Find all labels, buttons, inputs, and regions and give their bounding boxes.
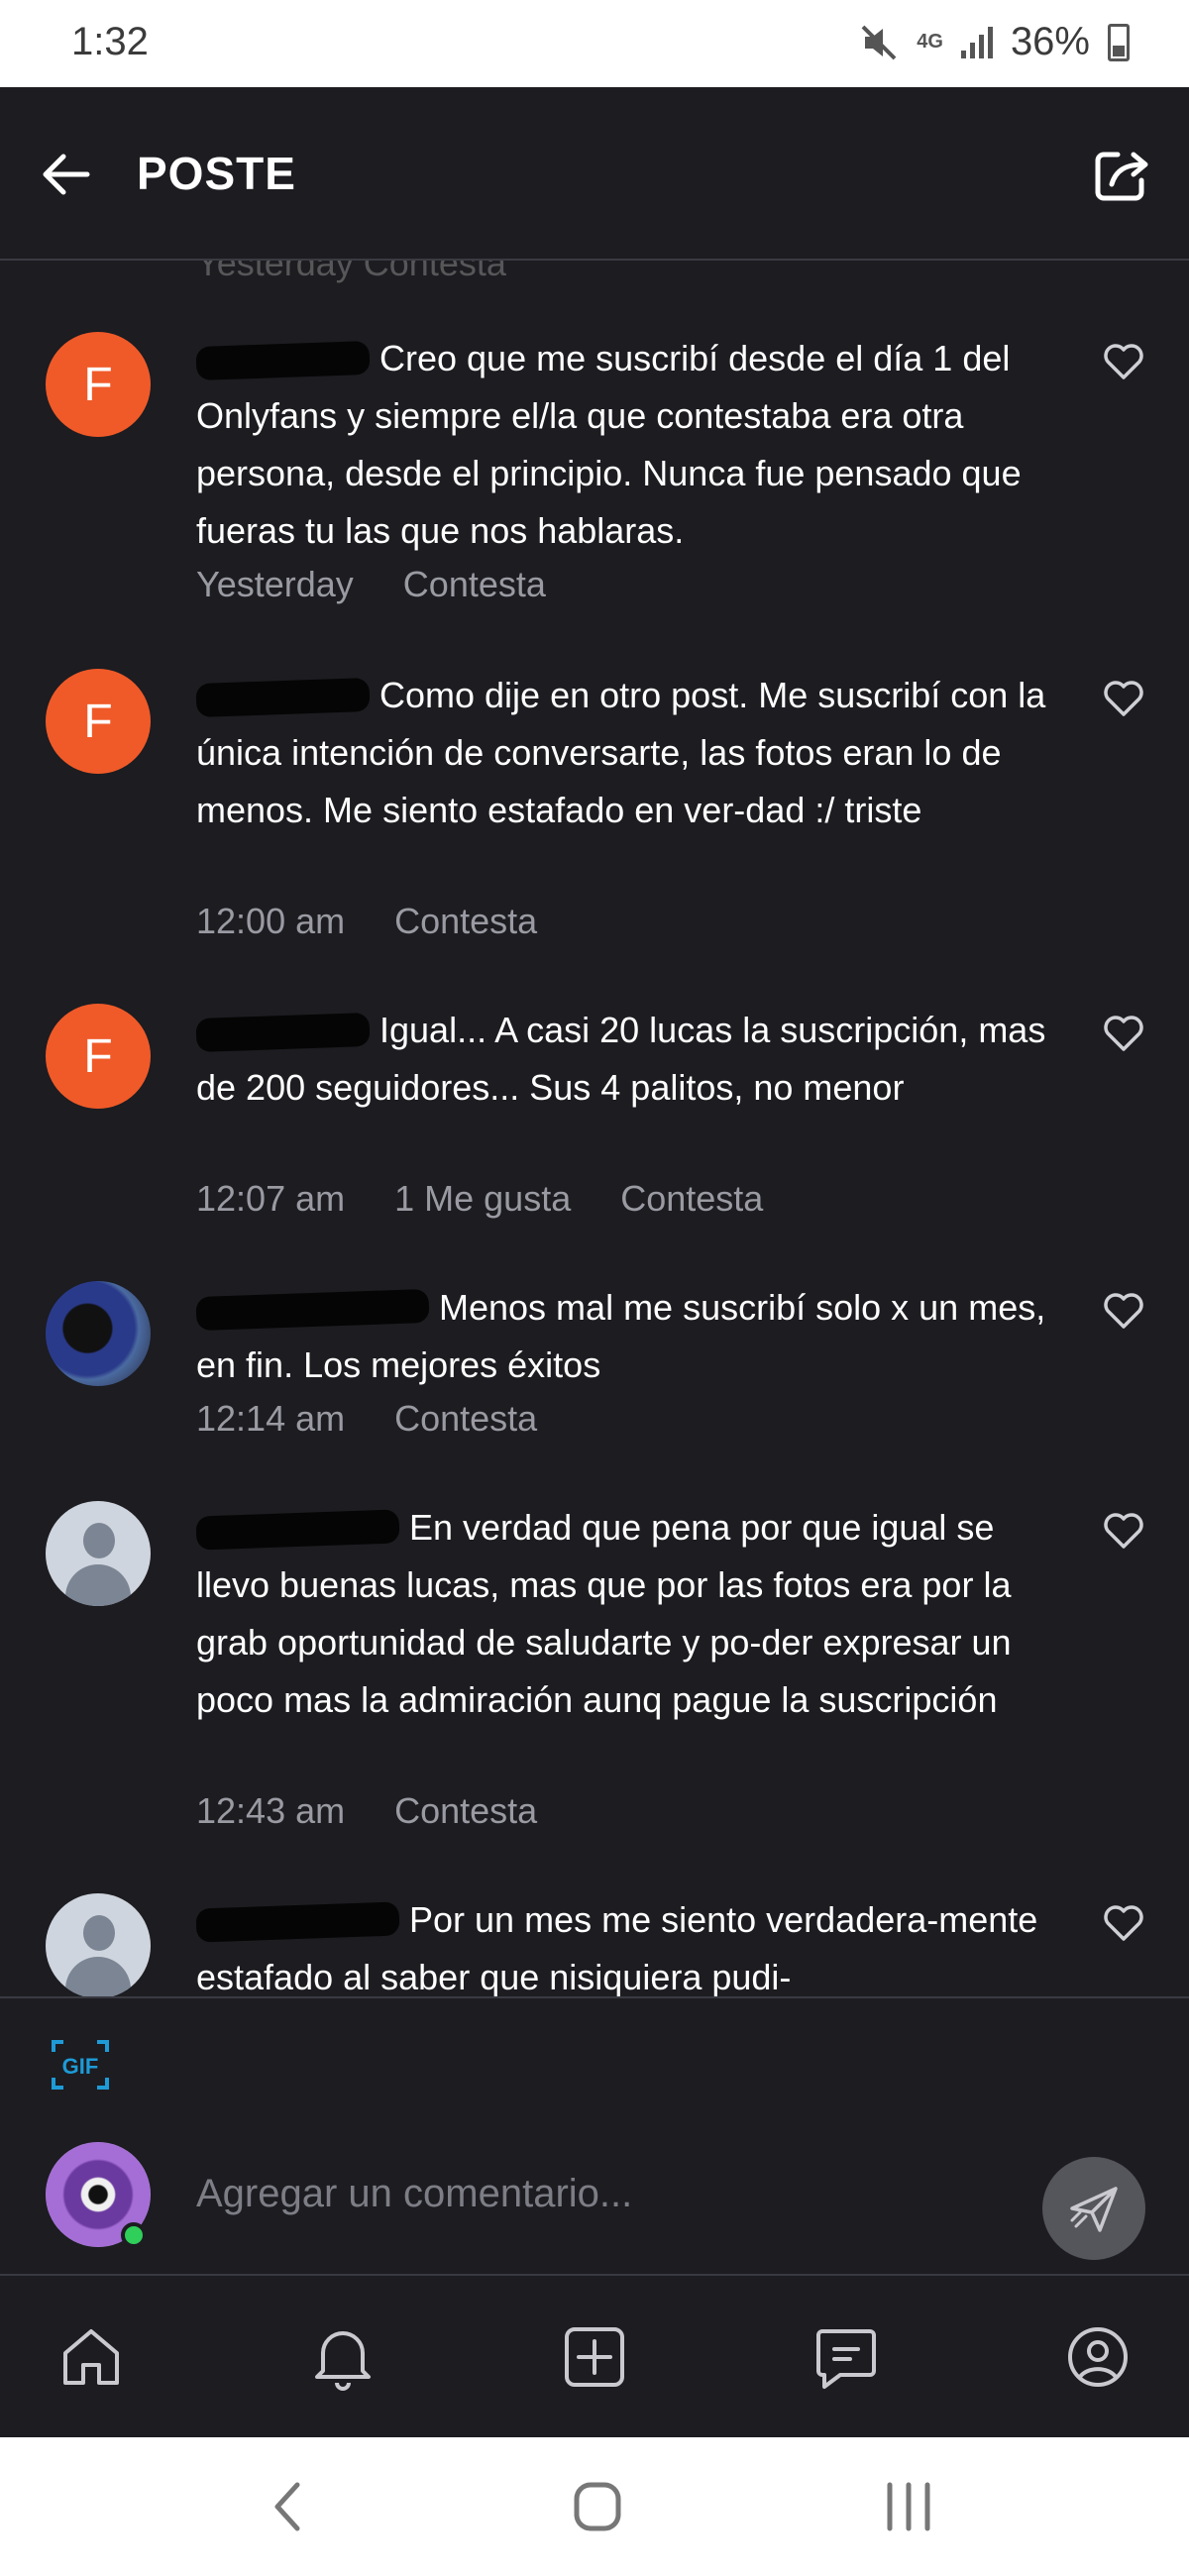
battery-icon — [1108, 23, 1130, 61]
home-icon — [63, 2329, 119, 2385]
network-label: 4G — [917, 31, 943, 53]
reply-link[interactable]: Contesta — [394, 1790, 537, 1832]
comment-time: 12:07 am — [196, 1178, 346, 1219]
comment-text-block: Menos mal me suscribí solo x un mes, en … — [195, 1279, 1068, 1394]
avatar[interactable]: F — [46, 1004, 151, 1109]
reply-link[interactable]: Contesta — [394, 1398, 537, 1440]
comment-meta: 12:43 am Contesta — [196, 1790, 537, 1832]
send-icon — [1070, 2187, 1118, 2232]
share-icon[interactable] — [1090, 143, 1153, 206]
comment-text-block: Por un mes me siento verdadera-mente est… — [195, 1891, 1068, 1996]
avatar[interactable] — [46, 1501, 151, 1606]
avatar[interactable]: F — [46, 332, 151, 437]
redacted-username — [195, 1901, 400, 1944]
comment-time: 12:00 am — [196, 901, 346, 941]
comment-meta: 12:00 am Contesta — [196, 901, 537, 942]
redacted-username — [195, 341, 371, 381]
gif-label: GIF — [62, 2054, 99, 2079]
system-back-icon[interactable] — [256, 2475, 325, 2538]
comment-meta: 12:14 am Contesta — [196, 1398, 537, 1440]
redacted-username — [195, 1509, 400, 1552]
status-time: 1:32 — [71, 20, 149, 63]
comment-meta: 12:07 am 1 Me gusta Contesta — [196, 1178, 763, 1220]
system-recents-icon[interactable] — [874, 2475, 943, 2538]
profile-icon — [1068, 2327, 1128, 2387]
reply-link[interactable]: Contesta — [394, 901, 537, 942]
reply-link[interactable]: Contesta — [620, 1178, 763, 1220]
comment-text-block: En verdad que pena por que igual se llev… — [195, 1499, 1068, 1729]
comment-text-block: Como dije en otro post. Me suscribí con … — [195, 667, 1068, 839]
heart-icon[interactable] — [1102, 340, 1145, 383]
send-button[interactable] — [1042, 2157, 1145, 2260]
reply-link[interactable]: Contesta — [403, 564, 546, 605]
avatar[interactable] — [46, 1281, 151, 1386]
heart-icon[interactable] — [1102, 677, 1145, 720]
nav-home[interactable] — [52, 2317, 131, 2397]
comment-text-block: Igual... A casi 20 lucas la suscripción,… — [195, 1002, 1068, 1117]
nav-profile[interactable] — [1058, 2317, 1137, 2397]
mute-icon — [861, 25, 897, 59]
page-title: POSTE — [137, 148, 296, 199]
heart-icon[interactable] — [1102, 1289, 1145, 1333]
comment-time: 12:14 am — [196, 1398, 346, 1439]
app-header: POSTE — [0, 87, 1189, 261]
add-icon — [565, 2327, 624, 2387]
message-icon — [816, 2329, 876, 2389]
redacted-username — [195, 1013, 371, 1053]
heart-icon[interactable] — [1102, 1509, 1145, 1553]
previous-comment-meta: Yesterday Contesta — [196, 261, 506, 283]
nav-create[interactable] — [555, 2317, 634, 2397]
gif-icon[interactable]: GIF — [50, 2036, 111, 2093]
system-nav-bar — [0, 2437, 1189, 2576]
battery-percent: 36% — [1010, 20, 1090, 63]
avatar[interactable] — [46, 1893, 151, 1996]
system-home-icon[interactable] — [563, 2475, 632, 2538]
heart-icon[interactable] — [1102, 1901, 1145, 1945]
comment-composer: GIF — [0, 1996, 1189, 2276]
status-icons: 4G 36% — [859, 20, 1130, 64]
bottom-nav — [0, 2276, 1189, 2437]
redacted-username — [195, 678, 371, 718]
signal-icon — [960, 26, 993, 58]
comment-meta: Yesterday Contesta — [196, 564, 546, 605]
avatar[interactable]: F — [46, 669, 151, 774]
comment-feed[interactable]: Yesterday Contesta F Creo que me suscrib… — [0, 261, 1189, 1996]
online-status-dot — [121, 2222, 147, 2248]
comment-time: 12:43 am — [196, 1790, 346, 1831]
redacted-username — [195, 1289, 430, 1332]
nav-messages[interactable] — [807, 2317, 886, 2397]
bell-icon — [315, 2331, 371, 2391]
comment-text-block: Creo que me suscribí desde el día 1 del … — [195, 330, 1068, 560]
like-count[interactable]: 1 Me gusta — [394, 1178, 571, 1220]
comment-time: Yesterday — [196, 564, 354, 604]
nav-notifications[interactable] — [303, 2317, 382, 2397]
heart-icon[interactable] — [1102, 1012, 1145, 1055]
comment-input[interactable] — [196, 2172, 969, 2216]
back-arrow-icon[interactable] — [38, 147, 93, 202]
status-bar: 1:32 4G 36% — [0, 0, 1189, 87]
